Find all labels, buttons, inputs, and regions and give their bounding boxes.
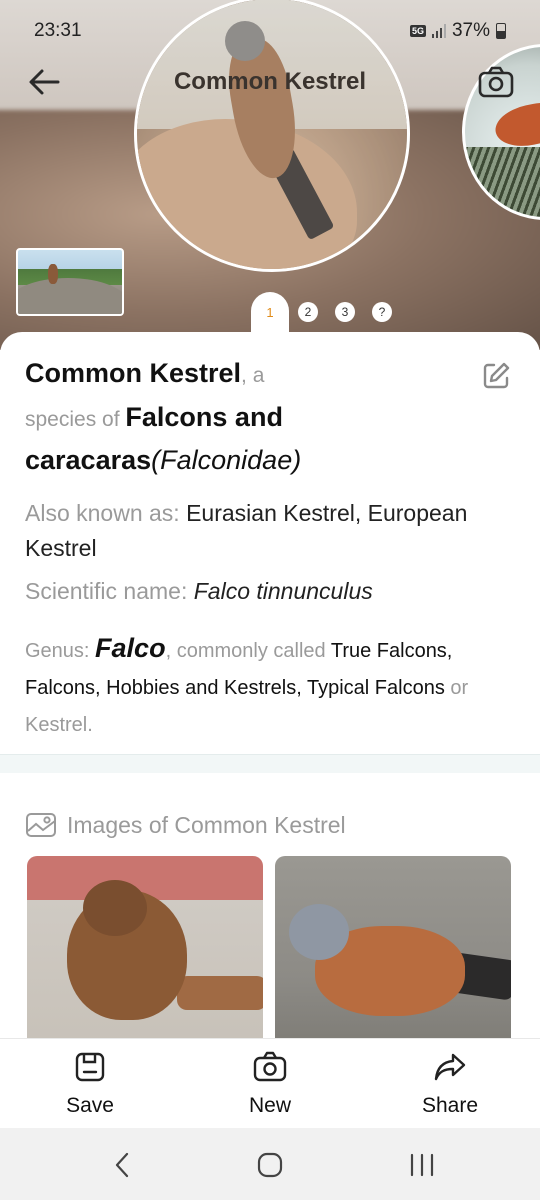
commonly-called-label: , commonly called [165, 640, 326, 662]
image-icon [26, 813, 56, 837]
species-connector: , a [241, 364, 265, 387]
save-label: Save [66, 1094, 114, 1117]
species-of-label: species of [25, 408, 120, 431]
species-title: Common Kestrel, a [25, 358, 475, 389]
page-title: Common Kestrel [173, 68, 367, 95]
scientific-name: Scientific name: Falco tinnunculus [25, 578, 515, 605]
signal-icon [431, 24, 446, 38]
family-name-line: caracaras(Falconidae) [25, 445, 505, 476]
genus-value[interactable]: Falco [95, 633, 166, 663]
share-icon [434, 1053, 466, 1081]
battery-percent: 37% [451, 20, 490, 41]
nav-recents-button[interactable] [402, 1150, 442, 1180]
nav-home-button[interactable] [250, 1150, 290, 1180]
pager-dot-2[interactable]: 2 [298, 302, 318, 322]
also-known-as: Also known as: Eurasian Kestrel, Europea… [25, 496, 515, 566]
new-button[interactable]: New [210, 1046, 330, 1126]
or-value: Kestrel. [25, 714, 93, 736]
images-section-header: Images of Common Kestrel [25, 808, 445, 842]
genus-label: Genus: [25, 640, 90, 662]
family-common-name[interactable]: Falcons and [125, 402, 283, 432]
save-button[interactable]: Save [30, 1046, 150, 1126]
also-known-label: Also known as: [25, 500, 180, 526]
section-divider [0, 754, 540, 773]
share-label: Share [421, 1094, 479, 1117]
genus-info: Genus: Falco, commonly called True Falco… [25, 630, 515, 744]
nav-back-button[interactable] [105, 1150, 145, 1180]
nav-back-icon [115, 1152, 129, 1178]
save-icon [75, 1052, 105, 1082]
gallery-image-2[interactable] [275, 856, 511, 1056]
back-button[interactable] [24, 62, 64, 102]
scientific-label: Scientific name: [25, 578, 188, 604]
species-name: Common Kestrel [25, 358, 242, 388]
status-bar: 23:31 5G 37% [0, 0, 540, 60]
camera-icon [478, 66, 514, 98]
camera-button[interactable] [476, 64, 516, 100]
family-scientific-name: (Falconidae) [151, 445, 302, 475]
or-label: or [450, 677, 469, 699]
gallery-image-1[interactable] [27, 856, 263, 1056]
original-photo-thumbnail[interactable] [16, 248, 124, 316]
status-indicators: 5G 37% [409, 20, 506, 42]
edit-icon [483, 362, 510, 389]
pager-dot-3[interactable]: 3 [335, 302, 355, 322]
nav-home-icon [257, 1152, 283, 1178]
species-family-line: species of Falcons and [25, 402, 505, 433]
new-label: New [248, 1094, 291, 1117]
network-icon: 5G [409, 25, 426, 37]
edit-button[interactable] [480, 360, 512, 392]
pager-dot-1[interactable]: 1 [260, 302, 280, 322]
share-button[interactable]: Share [390, 1046, 510, 1126]
images-section-title: Images of Common Kestrel [67, 811, 346, 838]
status-time: 23:31 [34, 20, 82, 41]
family-common-name-2[interactable]: caracaras [25, 445, 151, 475]
arrow-left-icon [29, 69, 60, 95]
scientific-value: Falco tinnunculus [193, 578, 373, 604]
nav-recents-icon [410, 1153, 434, 1177]
camera-icon [253, 1051, 287, 1082]
pager-dot-unknown[interactable]: ? [372, 302, 392, 322]
battery-icon [496, 23, 506, 39]
